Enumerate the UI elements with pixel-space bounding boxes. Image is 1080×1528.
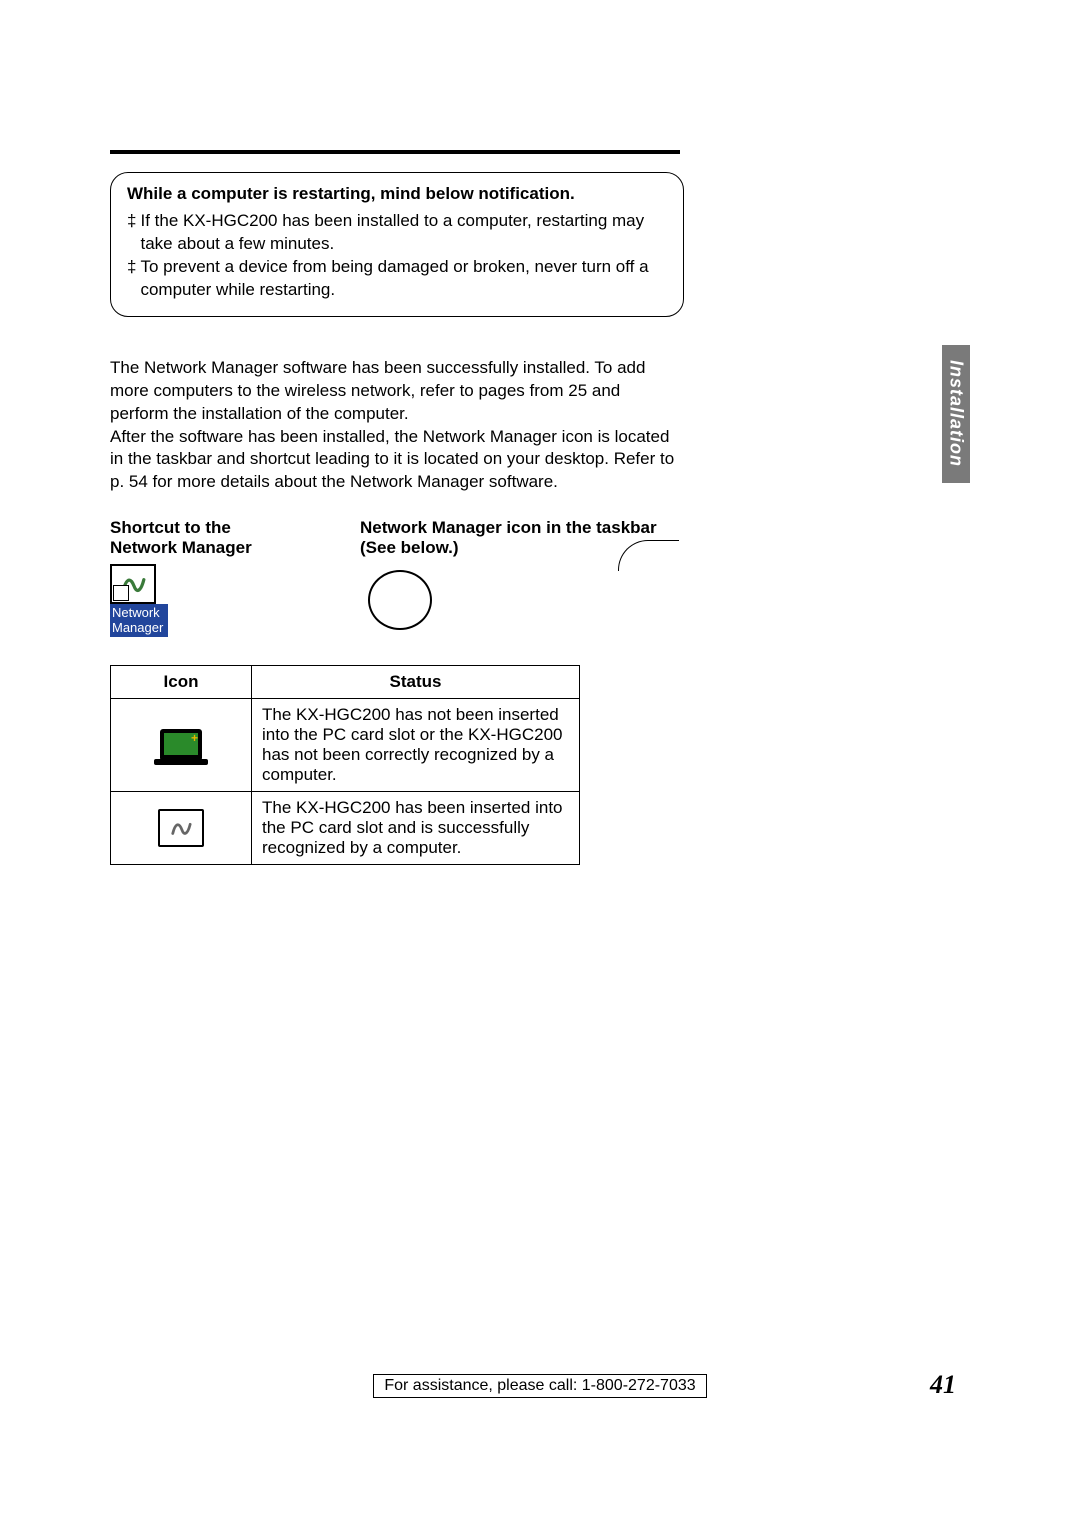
- shortcut-label: Network Manager: [110, 604, 168, 637]
- header-status: Status: [252, 665, 580, 698]
- notice-box: While a computer is restarting, mind bel…: [110, 172, 684, 317]
- pc-card-ok-icon: [158, 809, 204, 847]
- icons-row: Network Manager: [110, 564, 970, 637]
- page-number: 41: [930, 1370, 956, 1400]
- status-inserted: The KX-HGC200 has been inserted into the…: [252, 791, 580, 864]
- footer: For assistance, please call: 1-800-272-7…: [0, 1374, 1080, 1398]
- caption-shortcut: Shortcut to the Network Manager: [110, 518, 290, 558]
- table-header-row: Icon Status: [111, 665, 580, 698]
- assistance-box: For assistance, please call: 1-800-272-7…: [373, 1374, 706, 1398]
- wave-ok-icon: [168, 817, 194, 839]
- body-paragraph: The Network Manager software has been su…: [110, 357, 680, 495]
- icon-not-inserted: +: [111, 698, 252, 791]
- top-rule: [110, 150, 680, 154]
- notice-bullet-1-text: If the KX-HGC200 has been installed to a…: [140, 210, 667, 256]
- shortcut-arrow-icon: [113, 585, 129, 601]
- icon-inserted: [111, 791, 252, 864]
- status-table: Icon Status + The KX-HGC200 has not been…: [110, 665, 580, 865]
- network-manager-glyph-icon: [110, 564, 156, 604]
- callout-circle-icon: [368, 570, 432, 630]
- table-row: + The KX-HGC200 has not been inserted in…: [111, 698, 580, 791]
- captions-row: Shortcut to the Network Manager Network …: [110, 518, 680, 558]
- notice-title: While a computer is restarting, mind bel…: [127, 183, 667, 206]
- pc-card-missing-icon: +: [160, 729, 202, 761]
- header-icon: Icon: [111, 665, 252, 698]
- side-tab-installation: Installation: [942, 345, 970, 483]
- table-row: The KX-HGC200 has been inserted into the…: [111, 791, 580, 864]
- notice-bullet-1: If the KX-HGC200 has been installed to a…: [127, 210, 667, 256]
- network-manager-shortcut-icon: Network Manager: [110, 564, 168, 637]
- caption-taskbar: Network Manager icon in the taskbar (See…: [360, 518, 660, 558]
- notice-bullet-2-text: To prevent a device from being damaged o…: [140, 256, 667, 302]
- status-not-inserted: The KX-HGC200 has not been inserted into…: [252, 698, 580, 791]
- notice-bullet-2: To prevent a device from being damaged o…: [127, 256, 667, 302]
